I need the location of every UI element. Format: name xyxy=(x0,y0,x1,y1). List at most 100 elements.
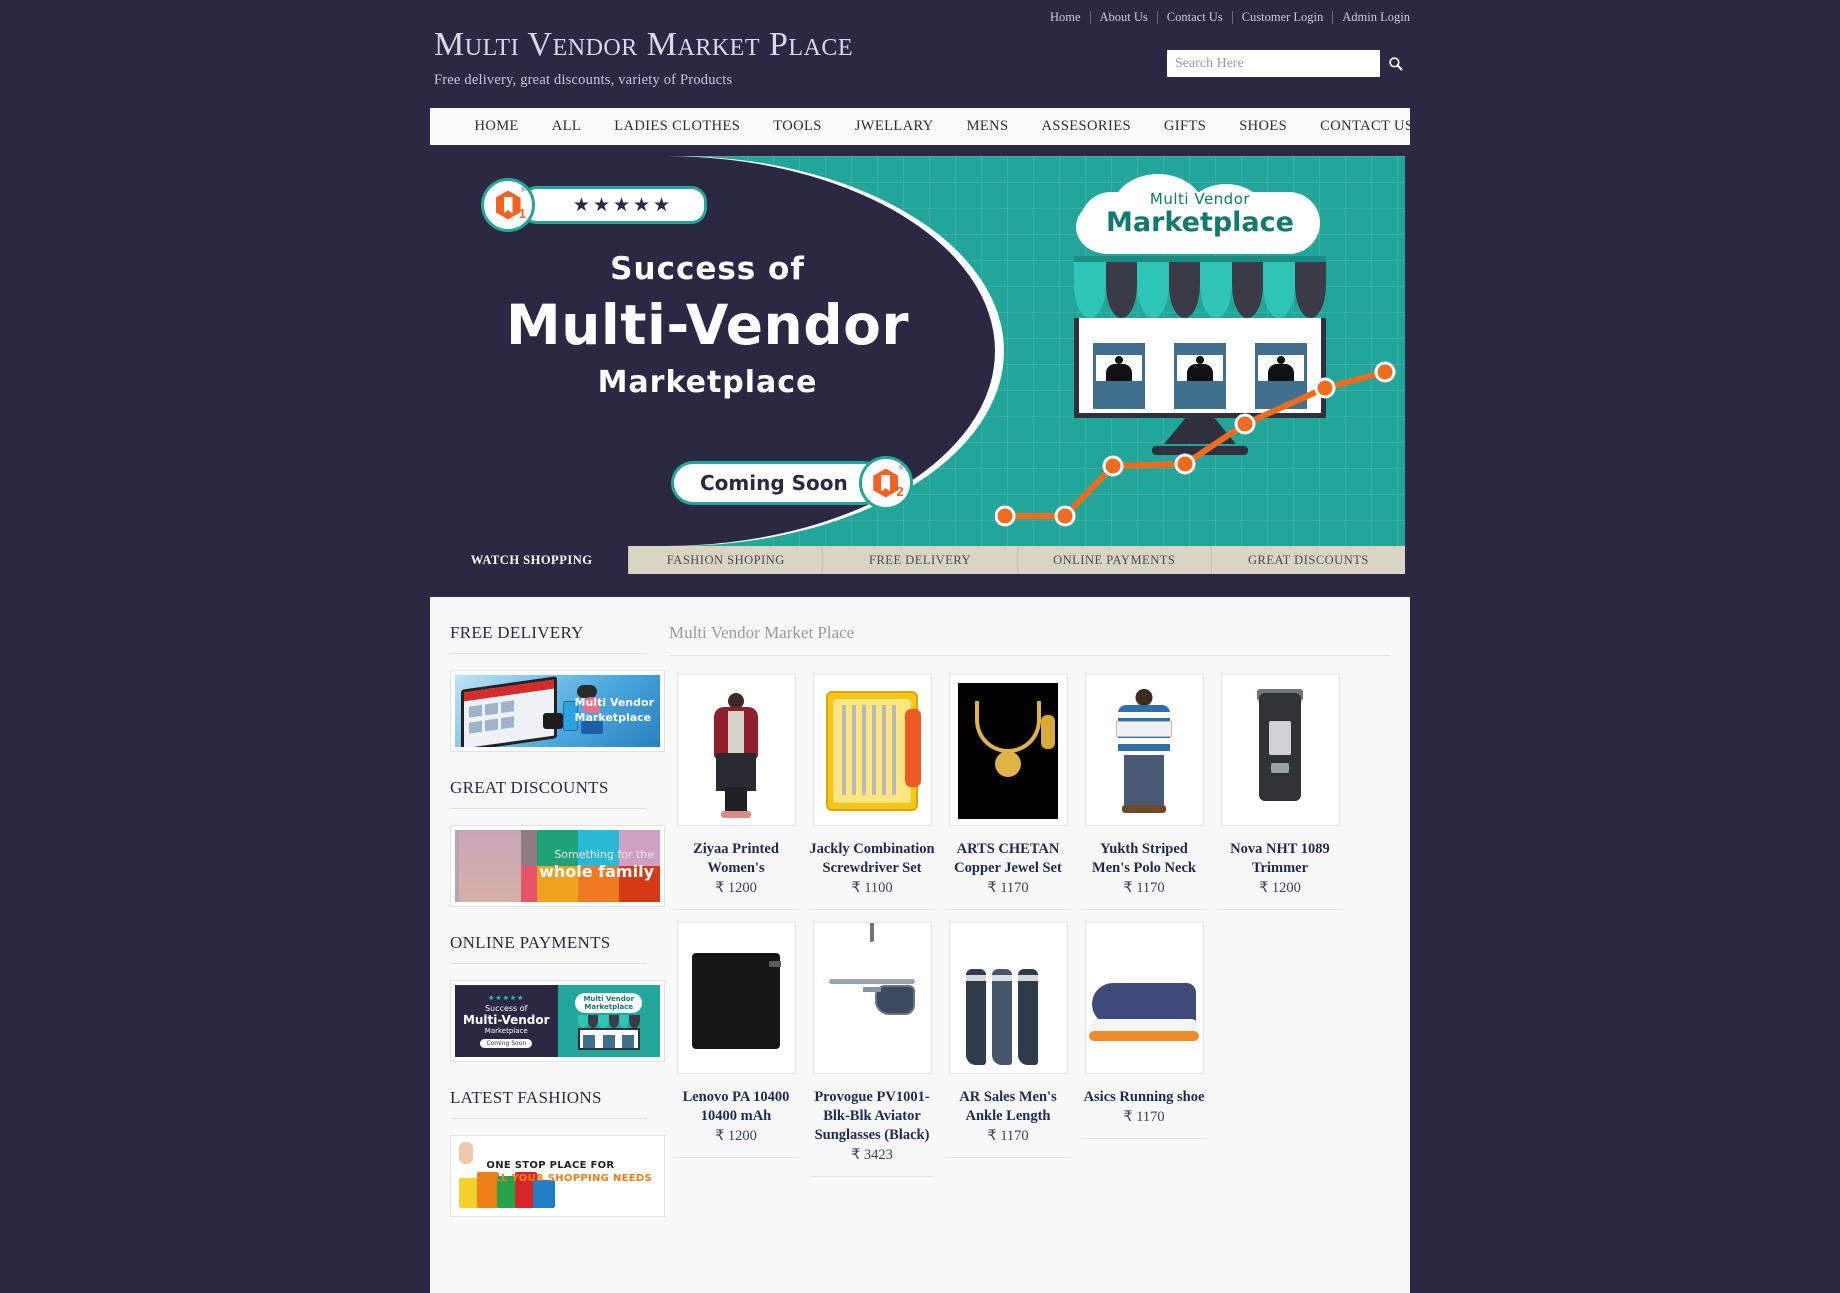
product-image-trimmer[interactable] xyxy=(1220,674,1340,826)
nav-item-mens[interactable]: MENS xyxy=(950,118,1025,135)
logo-version-number: 1 xyxy=(518,206,526,221)
promo1-line1: Multi Vendor xyxy=(574,696,654,709)
banner-tabs: WATCH SHOPPING FASHION SHOPING FREE DELI… xyxy=(435,546,1406,574)
search-input[interactable] xyxy=(1167,50,1380,77)
sidebar-heading-free-delivery: FREE DELIVERY xyxy=(450,623,647,654)
sidebar-heading-online-payments: ONLINE PAYMENTS xyxy=(450,933,647,964)
logo-version-number-2: 2 xyxy=(896,484,904,499)
cloud-line1: Multi Vendor xyxy=(1149,190,1251,208)
hero-banner: ® 1 ★★★★★ Success of Multi-Vendor Market… xyxy=(430,151,1410,579)
magento-one-logo-icon: ® 1 xyxy=(481,178,535,232)
tablet-illustration xyxy=(461,676,557,747)
product-card[interactable]: Provogue PV1001-Blk-Blk Aviator Sunglass… xyxy=(805,922,939,1189)
product-card[interactable]: Yukth Striped Men's Polo Neck ₹ 1170 xyxy=(1077,674,1211,922)
promo1-line2: Marketplace xyxy=(574,711,652,724)
product-price: ₹ 1170 xyxy=(987,880,1029,896)
product-card[interactable]: Nova NHT 1089 Trimmer ₹ 1200 xyxy=(1213,674,1347,922)
hand-icon xyxy=(459,1142,473,1164)
product-listing: Multi Vendor Market Place Ziyaa Printed … xyxy=(665,623,1390,1257)
camera-icon xyxy=(543,713,563,729)
banner-tab-great-discounts[interactable]: GREAT DISCOUNTS xyxy=(1211,546,1406,574)
nav-item-all[interactable]: ALL xyxy=(535,118,597,135)
banner-tab-fashion-shoping[interactable]: FASHION SHOPING xyxy=(629,546,824,574)
banner-tab-free-delivery[interactable]: FREE DELIVERY xyxy=(823,546,1018,574)
product-price: ₹ 1100 xyxy=(851,880,893,896)
sidebar-heading-latest-fashions: LATEST FASHIONS xyxy=(450,1088,647,1119)
banner-tab-watch-shopping[interactable]: WATCH SHOPPING xyxy=(435,546,630,574)
product-divider xyxy=(1081,909,1207,910)
sidebar-promo-free-delivery[interactable]: Multi Vendor Marketplace xyxy=(450,670,665,752)
sidebar-promo-great-discounts[interactable]: Something for the whole family xyxy=(450,825,665,907)
product-name: Lenovo PA 10400 10400 mAh xyxy=(682,1089,790,1124)
magento-two-logo-icon: ® 2 xyxy=(858,456,913,510)
search-button[interactable] xyxy=(1380,50,1410,77)
nav-item-jwellary[interactable]: JWELLARY xyxy=(838,118,950,135)
hero-slide[interactable]: ® 1 ★★★★★ Success of Multi-Vendor Market… xyxy=(435,156,1405,546)
product-image-jewellery-set[interactable] xyxy=(948,674,1068,826)
promo3-line1: Success of xyxy=(485,1004,528,1013)
content-area: FREE DELIVERY Multi Vendor Marketplace G… xyxy=(430,597,1410,1293)
product-image-power-bank[interactable] xyxy=(676,922,796,1074)
product-image-running-shoe[interactable] xyxy=(1084,922,1204,1074)
top-link-home[interactable]: Home xyxy=(1050,11,1091,24)
promo3-line2: Multi-Vendor xyxy=(462,1013,550,1027)
promo3-cloud-label: Multi Vendor Marketplace xyxy=(575,992,643,1013)
nav-item-gifts[interactable]: GIFTS xyxy=(1147,118,1222,135)
product-price: ₹ 1170 xyxy=(987,1128,1029,1144)
promo2-line1: Something for the xyxy=(554,848,654,861)
product-card[interactable]: Jackly Combination Screwdriver Set ₹ 110… xyxy=(805,674,939,922)
product-divider xyxy=(673,909,799,910)
product-image-sunglasses[interactable] xyxy=(812,922,932,1074)
product-image-socks[interactable] xyxy=(948,922,1068,1074)
product-price: ₹ 3423 xyxy=(851,1147,893,1163)
nav-item-contact-us[interactable]: CONTACT US xyxy=(1304,118,1430,135)
product-divider xyxy=(945,1157,1071,1158)
cloud-line2: Marketplace xyxy=(1106,207,1294,238)
growth-chart-line xyxy=(995,361,1396,527)
product-grid: Ziyaa Printed Women's ₹ 1200 Jackly Comb… xyxy=(669,674,1390,1189)
storefront-awning xyxy=(1074,256,1326,318)
product-card[interactable]: Lenovo PA 10400 10400 mAh ₹ 1200 xyxy=(669,922,803,1189)
product-card[interactable]: ARTS CHETAN Copper Jewel Set ₹ 1170 xyxy=(941,674,1075,922)
sidebar-promo-online-payments[interactable]: ★★★★★ Success of Multi-Vendor Marketplac… xyxy=(450,980,665,1062)
nav-item-ladies-clothes[interactable]: LADIES CLOTHES xyxy=(598,118,757,135)
product-image-ladies-kurta[interactable] xyxy=(676,674,796,826)
nav-item-shoes[interactable]: SHOES xyxy=(1223,118,1304,135)
promo4-line2: ALL YOUR SHOPPING NEEDS xyxy=(486,1173,652,1184)
banner-tab-online-payments[interactable]: ONLINE PAYMENTS xyxy=(1017,546,1212,574)
top-link-admin-login[interactable]: Admin Login xyxy=(1333,11,1410,24)
product-name: Nova NHT 1089 Trimmer xyxy=(1230,841,1330,876)
hero-headline-line3: Marketplace xyxy=(597,365,818,400)
nav-item-home[interactable]: HOME xyxy=(458,118,535,135)
product-image-polo-shirt[interactable] xyxy=(1084,674,1204,826)
product-image-screwdriver-set[interactable] xyxy=(812,674,932,826)
product-card[interactable]: Ziyaa Printed Women's ₹ 1200 xyxy=(669,674,803,922)
product-divider xyxy=(1081,1138,1207,1139)
product-price: ₹ 1170 xyxy=(1123,1109,1165,1125)
top-link-about-us[interactable]: About Us xyxy=(1091,11,1158,24)
product-divider xyxy=(673,1157,799,1158)
product-price: ₹ 1170 xyxy=(1123,880,1165,896)
product-name: Asics Running shoe xyxy=(1083,1089,1205,1105)
promo4-line1: ONE STOP PLACE FOR xyxy=(486,1160,615,1171)
product-card[interactable]: AR Sales Men's Ankle Length ₹ 1170 xyxy=(941,922,1075,1189)
product-name: Jackly Combination Screwdriver Set xyxy=(809,841,935,876)
hero-headline-line2: Multi-Vendor xyxy=(505,293,909,357)
storefront-cloud-sign: Multi Vendor Marketplace xyxy=(1070,172,1330,256)
product-name: ARTS CHETAN Copper Jewel Set xyxy=(954,841,1062,876)
nav-item-tools[interactable]: TOOLS xyxy=(757,118,838,135)
nav-item-assesories[interactable]: ASSESORIES xyxy=(1025,118,1147,135)
top-link-customer-login[interactable]: Customer Login xyxy=(1233,11,1334,24)
sidebar: FREE DELIVERY Multi Vendor Marketplace G… xyxy=(450,623,665,1257)
sidebar-promo-latest-fashions[interactable]: ONE STOP PLACE FOR ALL YOUR SHOPPING NEE… xyxy=(450,1135,665,1217)
shopping-bag-icon xyxy=(533,1180,555,1208)
promo3-line3: Marketplace xyxy=(484,1027,528,1035)
sidebar-heading-great-discounts: GREAT DISCOUNTS xyxy=(450,778,647,809)
promo3-line4: Coming Soon xyxy=(480,1039,533,1048)
site-header: Home About Us Contact Us Customer Login Admi… xyxy=(430,0,1410,108)
product-card[interactable]: Asics Running shoe ₹ 1170 xyxy=(1077,922,1211,1189)
search-box xyxy=(1167,50,1410,77)
product-name: Ziyaa Printed Women's xyxy=(693,841,779,876)
product-price: ₹ 1200 xyxy=(715,880,757,896)
top-link-contact-us[interactable]: Contact Us xyxy=(1158,11,1233,24)
